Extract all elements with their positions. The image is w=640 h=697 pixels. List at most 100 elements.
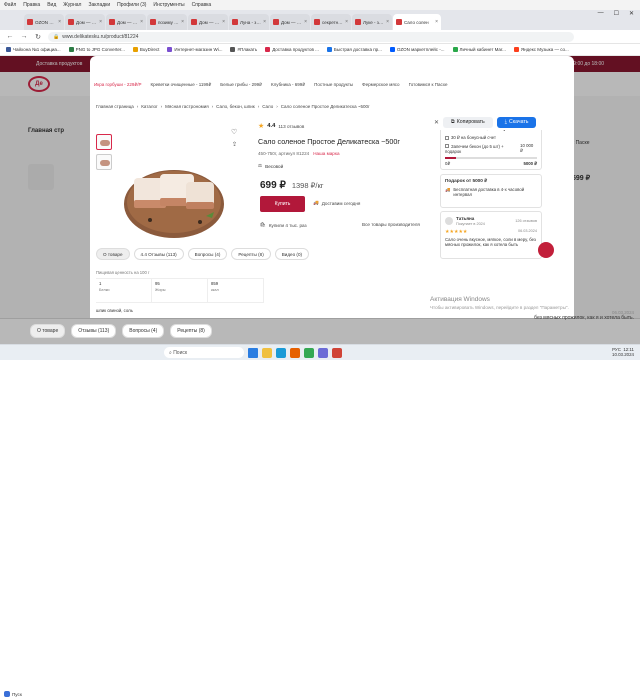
tab-close-icon[interactable]: ×	[140, 19, 143, 25]
bookmark-item[interactable]: Доставка продуктов ...	[265, 47, 319, 52]
forward-icon[interactable]: →	[20, 33, 28, 40]
tab-close-icon[interactable]: ×	[304, 19, 307, 25]
breadcrumb-item[interactable]: Сало соленое Простое Деликатеска ~500г	[281, 104, 370, 109]
background-product-tab[interactable]: Рецепты (8)	[170, 324, 212, 338]
browser-tab[interactable]: Дом — пое ×	[270, 14, 310, 30]
menu-item[interactable]: Правка	[23, 2, 40, 8]
tab-close-icon[interactable]: ×	[181, 19, 184, 25]
category-link[interactable]: Белые грибы - 299₽	[220, 82, 262, 92]
tab-close-icon[interactable]: ×	[386, 19, 389, 25]
menu-item[interactable]: Журнал	[63, 2, 81, 8]
category-link[interactable]: Икра горбуши - 229₽/P	[94, 82, 141, 92]
taskbar-search[interactable]: ⌕ Поиск	[164, 347, 244, 358]
breadcrumb-item[interactable]: Мясная гастрономия	[165, 104, 209, 109]
bookmark-item[interactable]: OZON маркетплейс -...	[389, 47, 445, 52]
product-tab[interactable]: Видео (0)	[274, 248, 310, 260]
category-link[interactable]: Креветки очищенные - 1199₽	[150, 82, 211, 92]
chrome-icon[interactable]	[304, 347, 314, 358]
breadcrumb-item[interactable]: Сало	[262, 104, 273, 109]
windows-start-icon[interactable]	[248, 347, 258, 358]
system-clock[interactable]: РУС 12:11 10.03.2024	[612, 347, 634, 357]
taskbar-start-label[interactable]: Пуск	[4, 691, 22, 697]
checkbox-icon[interactable]	[445, 135, 449, 140]
tab-close-icon[interactable]: ×	[345, 19, 348, 25]
edge-icon[interactable]	[276, 347, 286, 358]
category-link[interactable]: Постные продукты	[314, 82, 353, 92]
browser-tab[interactable]: Сало солен ×	[393, 14, 441, 30]
favorite-heart-icon[interactable]: ♡	[231, 128, 237, 136]
thumbnail-2[interactable]	[96, 154, 112, 170]
tab-close-icon[interactable]: ×	[263, 19, 266, 25]
product-tab[interactable]: Вопросы (4)	[187, 248, 228, 260]
reload-icon[interactable]: ↻	[34, 33, 42, 41]
store-icon[interactable]	[318, 347, 328, 358]
download-button[interactable]: ⤓ Скачать	[496, 116, 537, 128]
minimize-icon[interactable]: —	[598, 10, 604, 22]
category-link[interactable]: Клубника - 699₽	[271, 82, 305, 92]
all-products-link[interactable]: Все товары производителя	[362, 222, 420, 227]
product-tab[interactable]: О товаре	[96, 248, 130, 260]
chat-button[interactable]	[538, 242, 554, 258]
background-product-tab[interactable]: Отзывы (113)	[71, 324, 117, 338]
tab-close-icon[interactable]: ×	[222, 19, 225, 25]
bookmark-item[interactable]: Интернет-магазин Wi...	[167, 47, 222, 52]
url-text: www.delikatesku.ru/product/81224	[62, 33, 139, 40]
review-stars-row: ★★★★★ 06.03.2024	[445, 226, 537, 237]
background-product-tab[interactable]: Вопросы (4)	[122, 324, 165, 338]
breadcrumb-item[interactable]: Главная страница	[96, 104, 134, 109]
category-link[interactable]: Фермерское мясо	[362, 82, 399, 92]
menu-item[interactable]: Файл	[4, 2, 16, 8]
browser-tab[interactable]: секретные ф×	[311, 14, 351, 30]
bookmark-favicon-icon	[68, 47, 74, 52]
bookmark-item[interactable]: BuyDirect	[132, 47, 159, 52]
bookmark-item[interactable]: Яндекс Музыка — со...	[513, 47, 569, 52]
tab-close-icon[interactable]: ×	[99, 19, 102, 25]
tab-close-icon[interactable]: ×	[58, 19, 61, 25]
back-icon[interactable]: ←	[6, 33, 14, 40]
tab-favicon-icon	[27, 19, 33, 25]
bookmark-item[interactable]: #Плакать	[230, 47, 257, 52]
bookmark-item[interactable]: Быстрая доставка пр...	[326, 47, 382, 52]
brand-link[interactable]: Наша марка	[313, 151, 339, 156]
menu-item[interactable]: Профили (3)	[117, 2, 146, 8]
copy-button[interactable]: ⧉ Копировать	[443, 116, 493, 128]
product-tab[interactable]: Рецепты (8)	[231, 248, 271, 260]
bookmark-favicon-icon	[167, 47, 173, 52]
browser-tab[interactable]: позиму любо×	[147, 14, 187, 30]
maximize-icon[interactable]: ☐	[614, 10, 619, 22]
product-rating[interactable]: ★ 4.4 113 отзывов	[258, 122, 304, 130]
url-input[interactable]: 🔒 www.delikatesku.ru/product/81224	[48, 31, 574, 42]
browser-tab[interactable]: OZON маркетпл×	[24, 14, 64, 30]
browser-tab[interactable]: Дом — пое ×	[188, 14, 228, 30]
menu-item[interactable]: Закладки	[88, 2, 110, 8]
thumbnail-1[interactable]	[96, 134, 112, 150]
file-explorer-icon[interactable]	[262, 347, 272, 358]
menu-item[interactable]: Вид	[47, 2, 56, 8]
product-tab[interactable]: 4.4 Отзывы (113)	[133, 248, 184, 260]
copy-icon: ⧉	[451, 118, 455, 125]
close-icon[interactable]: ✕	[629, 10, 634, 22]
browser-tab[interactable]: Луна - запрет×	[229, 14, 269, 30]
bag-icon: 🛍	[260, 222, 266, 227]
menu-item[interactable]: Инструменты	[153, 2, 184, 8]
share-icon[interactable]: ⇪	[232, 141, 237, 148]
browser-tab[interactable]: Дом — пое ×	[65, 14, 105, 30]
firefox-icon[interactable]	[290, 347, 300, 358]
bookmark-item[interactable]: PNG to JPG Converter...	[68, 47, 125, 52]
price-now: 699 ₽	[260, 180, 286, 191]
mail-icon[interactable]	[332, 347, 342, 358]
browser-tab[interactable]: Дом — пое ×	[106, 14, 146, 30]
buy-button[interactable]: Купить	[260, 196, 305, 212]
background-product-tab[interactable]: О товаре	[30, 324, 66, 338]
breadcrumb-item[interactable]: Каталог	[141, 104, 157, 109]
review-card[interactable]: Татьяна Покупает в 2024 126 отзывов ★★★★…	[440, 211, 542, 259]
breadcrumb-item[interactable]: Сало, бекон, шпик	[216, 104, 255, 109]
bookmark-item[interactable]: Личный кабинет Mar...	[452, 47, 506, 52]
menu-item[interactable]: Справка	[192, 2, 212, 8]
reviews-count[interactable]: 113 отзывов	[278, 124, 304, 129]
tab-close-icon[interactable]: ×	[435, 19, 438, 25]
category-link[interactable]: Готовимся к Пасхе	[409, 82, 448, 92]
browser-tab[interactable]: Луке - запрет×	[352, 14, 392, 30]
bookmark-item[interactable]: Чайхона №1 официа...	[6, 47, 61, 52]
close-icon[interactable]: ✕	[434, 119, 439, 126]
